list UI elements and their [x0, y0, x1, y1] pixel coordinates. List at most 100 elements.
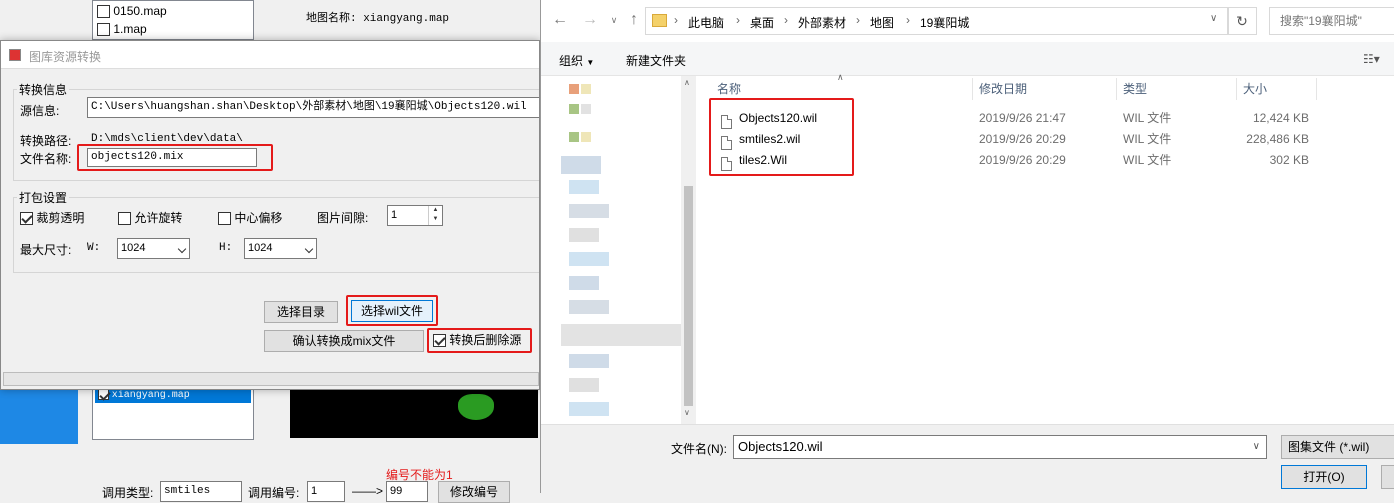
up-arrow-icon[interactable]: ↑ — [621, 0, 647, 40]
source-label: 源信息: — [20, 104, 60, 118]
nav-item[interactable] — [569, 204, 609, 218]
nav-item[interactable] — [581, 132, 591, 142]
nav-item[interactable] — [569, 402, 609, 416]
nav-item[interactable] — [569, 132, 579, 142]
column-header-type[interactable]: 类型 — [1117, 78, 1237, 100]
nav-item[interactable] — [569, 276, 599, 290]
breadcrumb-item[interactable]: 此电脑 — [688, 14, 724, 31]
rotate-option[interactable]: 允许旋转 — [118, 209, 182, 226]
nav-item[interactable] — [569, 180, 599, 194]
open-button[interactable]: 打开(O) — [1281, 465, 1367, 489]
list-item-selected[interactable]: xiangyang.map — [95, 388, 251, 403]
breadcrumb-item[interactable]: 19襄阳城 — [920, 14, 969, 31]
preview-sprite — [458, 394, 494, 420]
file-icon — [721, 135, 732, 150]
file-list: Objects120.wil 2019/9/26 21:47 WIL 文件 12… — [711, 108, 1394, 174]
file-type: WIL 文件 — [1123, 111, 1172, 125]
nav-item[interactable] — [569, 300, 609, 314]
list-item[interactable]: 1.map — [93, 21, 253, 37]
filename-input[interactable]: objects120.mix — [87, 148, 257, 167]
breadcrumb-separator: › — [906, 13, 910, 27]
file-type-filter[interactable]: 图集文件 (*.wil) — [1281, 435, 1394, 459]
filename-combo[interactable]: Objects120.wil ∨ — [733, 435, 1267, 459]
map-name-text: 地图名称: xiangyang.map — [306, 13, 450, 25]
column-header-size[interactable]: 大小 — [1237, 78, 1317, 100]
back-arrow-icon[interactable]: ← — [547, 0, 573, 40]
view-options-icon[interactable]: ☷▾ — [1363, 52, 1380, 66]
nav-item[interactable] — [581, 104, 591, 114]
scroll-up-icon[interactable]: ∧ — [684, 78, 690, 87]
center-option[interactable]: 中心偏移 — [218, 209, 282, 226]
bottom-bar: 文件名(N): Objects120.wil ∨ 图集文件 (*.wil) 打开… — [541, 424, 1394, 493]
stepper-arrows-icon[interactable]: ▲ ▼ — [428, 206, 442, 225]
forward-arrow-icon[interactable]: → — [577, 0, 603, 40]
map-list-bottom[interactable]: xiangyang.map — [92, 385, 254, 440]
cancel-button[interactable] — [1381, 465, 1394, 489]
width-select[interactable]: 1024 — [117, 238, 190, 259]
map-list-top[interactable]: 0150.map 1.map — [92, 0, 254, 40]
breadcrumb[interactable]: › 此电脑 › 桌面 › 外部素材 › 地图 › 19襄阳城 ∨ — [645, 7, 1229, 35]
address-bar-row: ← → ∨ ↑ › 此电脑 › 桌面 › 外部素材 › 地图 › 19襄阳城 ∨… — [541, 0, 1394, 42]
toolbar: 组织 ▼ 新建文件夹 ☷▾ — [541, 42, 1394, 76]
convert-button[interactable]: 确认转换成mix文件 — [264, 330, 424, 352]
select-directory-button[interactable]: 选择目录 — [264, 301, 338, 323]
nav-scrollbar[interactable]: ∧ ∨ — [681, 76, 696, 424]
file-open-dialog: ← → ∨ ↑ › 此电脑 › 桌面 › 外部素材 › 地图 › 19襄阳城 ∨… — [540, 0, 1394, 493]
delete-source-option[interactable]: 转换后删除源 — [433, 333, 521, 348]
column-headers: 名称 ∧ 修改日期 类型 大小 — [711, 72, 1394, 100]
nav-item[interactable] — [569, 228, 599, 242]
nav-item[interactable] — [569, 252, 609, 266]
height-select[interactable]: 1024 — [244, 238, 317, 259]
file-icon — [721, 156, 732, 171]
call-type-combo[interactable]: smtiles — [160, 481, 242, 502]
nav-item-selected[interactable] — [561, 324, 696, 346]
modify-number-button[interactable]: 修改编号 — [438, 481, 510, 503]
crop-option[interactable]: 裁剪透明 — [20, 209, 84, 226]
scrollbar-thumb[interactable] — [684, 186, 693, 406]
search-input[interactable]: 搜索"19襄阳城" — [1269, 7, 1394, 35]
checkbox[interactable] — [98, 388, 109, 400]
spacing-stepper[interactable]: 1 ▲ ▼ — [387, 205, 443, 226]
source-field[interactable]: C:\Users\huangshan.shan\Desktop\外部素材\地图\… — [87, 97, 539, 118]
refresh-icon[interactable]: ↻ — [1227, 7, 1257, 35]
file-name: tiles2.Wil — [739, 153, 788, 167]
organize-menu[interactable]: 组织 ▼ — [559, 52, 594, 69]
nav-item[interactable] — [581, 84, 591, 94]
folder-icon — [652, 14, 667, 27]
breadcrumb-item[interactable]: 外部素材 — [798, 14, 846, 31]
nav-item[interactable] — [569, 84, 579, 94]
nav-item[interactable] — [569, 104, 579, 114]
file-row[interactable]: tiles2.Wil 2019/9/26 20:29 WIL 文件 302 KB — [711, 150, 1331, 171]
breadcrumb-separator: › — [736, 13, 740, 27]
list-item[interactable]: 0150.map — [93, 1, 253, 21]
checkbox[interactable] — [97, 23, 110, 37]
file-type: WIL 文件 — [1123, 132, 1172, 146]
rotate-checkbox[interactable] — [118, 212, 131, 226]
dialog-title: 图库资源转换 — [29, 50, 102, 64]
info-group-title: 转换信息 — [17, 81, 70, 98]
breadcrumb-item[interactable]: 地图 — [870, 14, 894, 31]
center-checkbox[interactable] — [218, 212, 231, 226]
dropdown-chevron-icon[interactable]: ∨ — [1210, 13, 1217, 24]
breadcrumb-item[interactable]: 桌面 — [750, 14, 774, 31]
new-folder-button[interactable]: 新建文件夹 — [626, 52, 686, 69]
nav-item[interactable] — [561, 156, 601, 174]
scroll-down-icon[interactable]: ∨ — [684, 408, 690, 417]
file-type: WIL 文件 — [1123, 153, 1172, 167]
dialog-titlebar[interactable]: 图库资源转换 — [1, 41, 539, 69]
column-header-date[interactable]: 修改日期 — [973, 78, 1117, 100]
nav-item[interactable] — [569, 378, 599, 392]
dropdown-arrow-icon: ▼ — [586, 58, 595, 67]
crop-checkbox[interactable] — [20, 212, 33, 226]
nav-item[interactable] — [569, 354, 609, 368]
file-row[interactable]: smtiles2.wil 2019/9/26 20:29 WIL 文件 228,… — [711, 129, 1331, 150]
navigation-pane[interactable] — [541, 76, 696, 424]
call-num-input[interactable]: 1 — [307, 481, 345, 502]
select-wil-button[interactable]: 选择wil文件 — [351, 300, 433, 322]
checkbox[interactable] — [97, 5, 110, 19]
delete-source-checkbox[interactable] — [433, 334, 446, 348]
chevron-down-icon[interactable]: ∨ — [1253, 436, 1260, 458]
file-row[interactable]: Objects120.wil 2019/9/26 21:47 WIL 文件 12… — [711, 108, 1331, 129]
target-num-input[interactable]: 99 — [386, 481, 428, 502]
progress-bar — [3, 372, 539, 386]
